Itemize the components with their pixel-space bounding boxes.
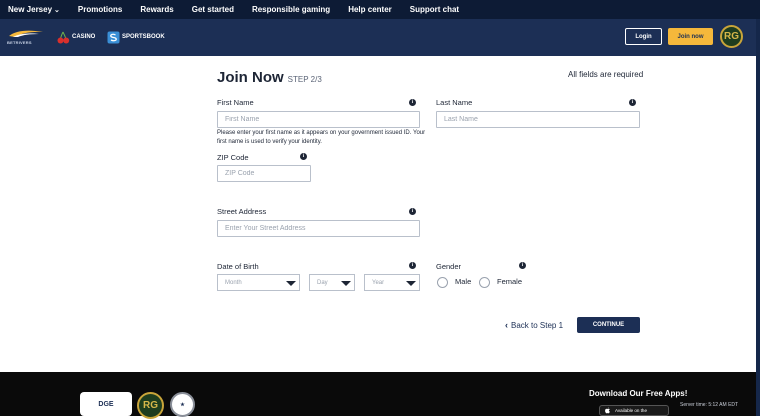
state-seal-icon[interactable]: ★ bbox=[170, 392, 195, 417]
gender-female-radio[interactable] bbox=[479, 277, 490, 288]
month-value: Month bbox=[225, 279, 242, 286]
casino-link[interactable]: CASINO bbox=[56, 30, 95, 44]
first-name-label: First Name bbox=[217, 98, 254, 107]
nav-promotions[interactable]: Promotions bbox=[78, 5, 122, 14]
caret-down-icon bbox=[286, 281, 296, 286]
responsible-gaming-badge[interactable]: RG bbox=[720, 25, 743, 48]
page-title: Join Now STEP 2/3 bbox=[217, 69, 322, 86]
app-store-button[interactable]: Available on the bbox=[599, 405, 669, 416]
betrivers-wing-icon bbox=[9, 30, 43, 37]
zip-info-icon[interactable]: i bbox=[300, 153, 307, 160]
gender-info-icon[interactable]: i bbox=[519, 262, 526, 269]
dob-info-icon[interactable]: i bbox=[409, 262, 416, 269]
gender-female-label[interactable]: Female bbox=[497, 277, 522, 286]
dob-year-select[interactable]: Year bbox=[364, 274, 420, 291]
gender-male-radio[interactable] bbox=[437, 277, 448, 288]
last-name-field[interactable] bbox=[436, 111, 640, 128]
sportsbook-icon bbox=[106, 30, 120, 44]
appstore-label: Available on the bbox=[615, 408, 647, 413]
dob-day-select[interactable]: Day bbox=[309, 274, 355, 291]
state-label: New Jersey bbox=[8, 5, 53, 14]
back-to-step-1-link[interactable]: ‹ Back to Step 1 bbox=[505, 320, 563, 330]
download-apps-heading: Download Our Free Apps! bbox=[589, 389, 688, 398]
required-note: All fields are required bbox=[568, 70, 644, 79]
chevron-down-icon: ⌄ bbox=[54, 6, 60, 14]
cherry-icon bbox=[56, 30, 70, 44]
dge-logo[interactable]: DGE bbox=[80, 392, 132, 416]
caret-down-icon bbox=[341, 281, 351, 286]
first-name-field[interactable] bbox=[217, 111, 420, 128]
first-name-help-text: Please enter your first name as it appea… bbox=[217, 130, 426, 145]
street-label: Street Address bbox=[217, 207, 267, 216]
zip-field[interactable] bbox=[217, 165, 311, 182]
year-value: Year bbox=[372, 279, 385, 286]
nav-get-started[interactable]: Get started bbox=[192, 5, 234, 14]
login-button[interactable]: Login bbox=[625, 28, 662, 45]
zip-label: ZIP Code bbox=[217, 153, 249, 162]
scrollbar[interactable] bbox=[756, 19, 760, 416]
betrivers-logo[interactable]: BETRIVERS bbox=[7, 27, 45, 49]
responsible-gaming-logo[interactable]: RG bbox=[137, 392, 164, 419]
nav-support-chat[interactable]: Support chat bbox=[410, 5, 459, 14]
step-indicator: STEP 2/3 bbox=[287, 75, 322, 84]
nav-help-center[interactable]: Help center bbox=[348, 5, 392, 14]
back-label: Back to Step 1 bbox=[511, 320, 564, 330]
gender-male-label[interactable]: Male bbox=[455, 277, 471, 286]
chevron-left-icon: ‹ bbox=[505, 320, 508, 330]
sportsbook-link[interactable]: SPORTSBOOK bbox=[106, 30, 165, 44]
join-now-button[interactable]: Join now bbox=[668, 28, 713, 45]
last-name-info-icon[interactable]: i bbox=[629, 99, 636, 106]
apple-icon bbox=[605, 407, 610, 414]
gender-label: Gender bbox=[436, 262, 462, 271]
continue-button[interactable]: CONTINUE bbox=[577, 317, 640, 333]
first-name-info-icon[interactable]: i bbox=[409, 99, 416, 106]
site-header: BETRIVERS CASINO SPORTSBOOK Login Join n… bbox=[0, 19, 760, 56]
casino-label: CASINO bbox=[72, 34, 96, 40]
top-nav: New Jersey ⌄ Promotions Rewards Get star… bbox=[0, 0, 760, 19]
site-footer: DGE RG ★ Download Our Free Apps! Server … bbox=[0, 372, 756, 419]
street-field[interactable] bbox=[217, 220, 420, 237]
dob-label: Date of Birth bbox=[217, 262, 259, 271]
street-info-icon[interactable]: i bbox=[409, 208, 416, 215]
server-time: Server time: 5:12 AM EDT bbox=[680, 402, 739, 408]
caret-down-icon bbox=[406, 281, 416, 286]
day-value: Day bbox=[317, 279, 328, 286]
logo-text: BETRIVERS bbox=[7, 40, 32, 45]
sportsbook-label: SPORTSBOOK bbox=[122, 34, 165, 40]
title-text: Join Now bbox=[217, 69, 284, 86]
nav-rewards[interactable]: Rewards bbox=[140, 5, 173, 14]
state-selector[interactable]: New Jersey ⌄ bbox=[8, 5, 60, 14]
nav-responsible-gaming[interactable]: Responsible gaming bbox=[252, 5, 330, 14]
dob-month-select[interactable]: Month bbox=[217, 274, 300, 291]
last-name-label: Last Name bbox=[436, 98, 473, 107]
